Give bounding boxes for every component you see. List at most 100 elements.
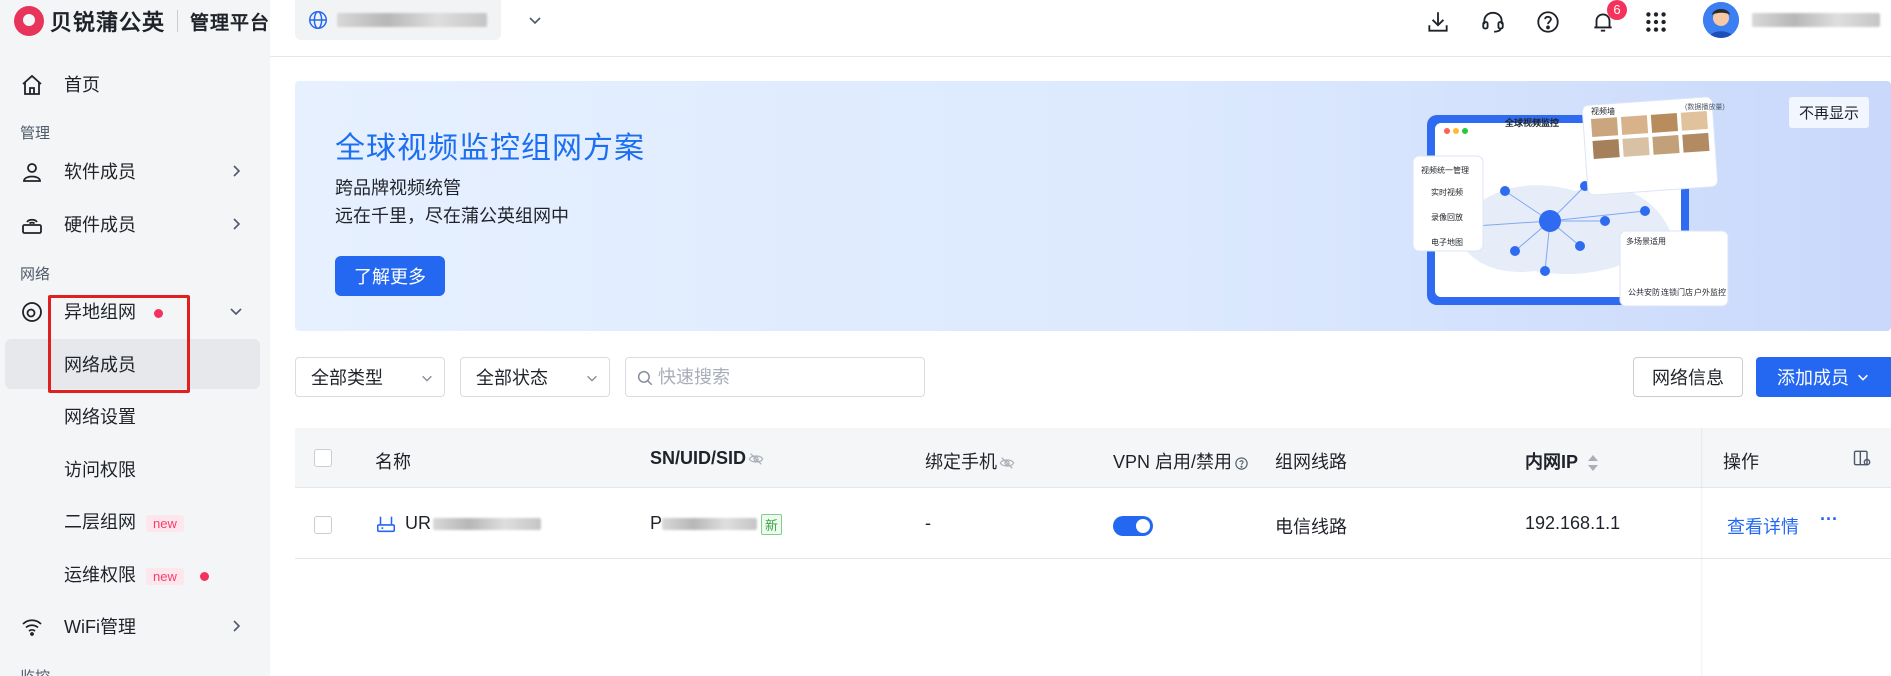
row-checkbox[interactable] bbox=[314, 516, 332, 534]
column-header-ops: 操作 bbox=[1723, 452, 1759, 472]
column-header-phone-label: 绑定手机 bbox=[925, 452, 997, 472]
wifi-icon bbox=[22, 619, 42, 636]
illustration-label: 视频墙 bbox=[1591, 107, 1615, 116]
banner-subtitle: 远在千里，尽在蒲公英组网中 bbox=[335, 206, 569, 226]
apps-grid-icon[interactable] bbox=[1643, 9, 1669, 35]
sidebar-item-layer2-network[interactable]: 二层组网 new bbox=[5, 496, 260, 546]
sidebar-item-label: 软件成员 bbox=[64, 162, 136, 182]
type-filter-select[interactable]: 全部类型 bbox=[295, 357, 445, 397]
chevron-down-icon bbox=[422, 375, 432, 382]
sn-cell: P新 bbox=[650, 513, 783, 535]
search-input[interactable] bbox=[658, 364, 908, 390]
eye-hidden-icon[interactable] bbox=[999, 455, 1015, 471]
illustration-label: 连锁门店 bbox=[1661, 288, 1693, 297]
surveillance-network-illustration bbox=[1412, 96, 1729, 307]
column-header-sn-label: SN/UID/SID bbox=[650, 448, 747, 468]
view-details-link[interactable]: 查看详情 bbox=[1727, 513, 1799, 539]
download-icon[interactable] bbox=[1425, 9, 1451, 35]
chevron-down-icon bbox=[587, 375, 597, 382]
headset-support-icon[interactable] bbox=[1480, 9, 1506, 35]
sidebar-item-label: 首页 bbox=[64, 75, 100, 95]
brand-name: 贝锐蒲公英 bbox=[50, 10, 166, 35]
member-name-cell: UR bbox=[375, 513, 541, 535]
sidebar-item-network-settings[interactable]: 网络设置 bbox=[5, 391, 260, 441]
home-icon bbox=[22, 74, 42, 95]
sidebar-item-ops-rights[interactable]: 运维权限 new bbox=[5, 549, 260, 599]
chevron-down-icon bbox=[1858, 374, 1868, 381]
table-row[interactable]: UR P新 - 电信线路 192.168.1.1 查看详情 ··· bbox=[295, 489, 1891, 559]
sidebar-item-label: 硬件成员 bbox=[64, 215, 136, 235]
router-device-icon bbox=[376, 516, 396, 533]
select-all-checkbox[interactable] bbox=[314, 449, 332, 467]
column-header-name: 名称 bbox=[375, 452, 411, 472]
add-member-button[interactable]: 添加成员 bbox=[1756, 357, 1891, 397]
eye-hidden-icon[interactable] bbox=[748, 451, 764, 467]
sidebar-item-hardware-members[interactable]: 硬件成员 bbox=[5, 199, 260, 249]
illustration-label: 多场景适用 bbox=[1626, 237, 1666, 246]
chevron-right-icon bbox=[233, 165, 241, 177]
illustration-window-title: 全球视频监控 bbox=[1505, 118, 1560, 128]
help-icon[interactable] bbox=[1535, 9, 1561, 35]
column-header-vpn-label: VPN 启用/禁用 bbox=[1113, 452, 1233, 472]
new-badge: new bbox=[146, 514, 184, 532]
network-icon bbox=[22, 302, 42, 322]
globe-icon bbox=[309, 11, 327, 29]
search-box[interactable] bbox=[625, 357, 925, 397]
column-header-vpn: VPN 启用/禁用 bbox=[1113, 448, 1249, 474]
chevron-right-icon bbox=[233, 218, 241, 230]
sidebar-item-wifi[interactable]: WiFi管理 bbox=[5, 601, 260, 651]
sidebar-item-software-members[interactable]: 软件成员 bbox=[5, 146, 260, 196]
sort-icon[interactable] bbox=[1586, 454, 1600, 472]
column-settings-icon[interactable] bbox=[1852, 448, 1872, 468]
redacted-member-name bbox=[433, 518, 541, 531]
search-icon bbox=[637, 370, 653, 386]
organization-selector[interactable] bbox=[295, 0, 541, 40]
question-circle-icon[interactable] bbox=[1234, 456, 1249, 471]
illustration-label: 电子地图 bbox=[1431, 238, 1463, 247]
user-avatar-icon bbox=[1703, 2, 1739, 38]
column-header-ip[interactable]: 内网IP bbox=[1525, 448, 1600, 474]
promo-banner: 全球视频监控组网方案 跨品牌视频统管 远在千里，尽在蒲公英组网中 了解更多 不再… bbox=[295, 81, 1891, 331]
user-icon bbox=[23, 163, 41, 182]
fixed-column-divider bbox=[1701, 428, 1703, 676]
illustration-label: 实时视频 bbox=[1431, 188, 1463, 197]
status-filter-value: 全部状态 bbox=[476, 368, 548, 388]
redacted-user-name bbox=[1752, 13, 1880, 27]
type-filter-value: 全部类型 bbox=[311, 368, 383, 388]
phone-cell: - bbox=[925, 513, 931, 533]
illustration-label: 录像回放 bbox=[1431, 213, 1463, 222]
banner-title: 全球视频监控组网方案 bbox=[335, 132, 645, 165]
sidebar-item-access-rights[interactable]: 访问权限 bbox=[5, 444, 260, 494]
brand-logo[interactable]: 贝锐蒲公英 管理平台 bbox=[14, 6, 270, 36]
more-actions-button[interactable]: ··· bbox=[1820, 509, 1838, 530]
notification-count-badge: 6 bbox=[1607, 0, 1627, 20]
sidebar-item-label: WiFi管理 bbox=[64, 617, 136, 637]
vpn-toggle[interactable] bbox=[1113, 516, 1153, 536]
column-header-line: 组网线路 bbox=[1275, 452, 1347, 472]
redacted-sn bbox=[662, 518, 758, 531]
table-header: 名称 SN/UID/SID 绑定手机 VPN 启用/禁用 组网线路 内网IP 操… bbox=[295, 428, 1891, 488]
sidebar-item-home[interactable]: 首页 bbox=[5, 59, 260, 109]
sidebar-item-label: 运维权限 bbox=[64, 565, 136, 585]
chevron-down-icon bbox=[230, 308, 242, 316]
status-filter-select[interactable]: 全部状态 bbox=[460, 357, 610, 397]
avatar[interactable] bbox=[1703, 2, 1739, 38]
chevron-down-icon bbox=[529, 17, 541, 25]
router-icon bbox=[22, 218, 42, 234]
sn-prefix: P bbox=[650, 513, 663, 533]
line-cell: 电信线路 bbox=[1275, 517, 1347, 537]
illustration-label: (数据播放量) bbox=[1685, 104, 1725, 111]
column-header-ip-label: 内网IP bbox=[1525, 452, 1579, 472]
illustration-label: 户外监控 bbox=[1694, 288, 1726, 297]
notification-dot bbox=[199, 571, 209, 581]
redacted-organization-name bbox=[337, 13, 487, 27]
member-name-prefix: UR bbox=[405, 513, 431, 533]
network-info-button[interactable]: 网络信息 bbox=[1633, 357, 1743, 397]
column-header-sn: SN/UID/SID bbox=[650, 448, 764, 469]
learn-more-button[interactable]: 了解更多 bbox=[335, 256, 445, 296]
brand-divider bbox=[177, 10, 178, 32]
chevron-right-icon bbox=[233, 620, 241, 632]
sidebar-item-label: 二层组网 bbox=[64, 512, 136, 532]
banner-subtitle: 跨品牌视频统管 bbox=[335, 178, 461, 198]
section-label-manage: 管理 bbox=[20, 125, 51, 142]
